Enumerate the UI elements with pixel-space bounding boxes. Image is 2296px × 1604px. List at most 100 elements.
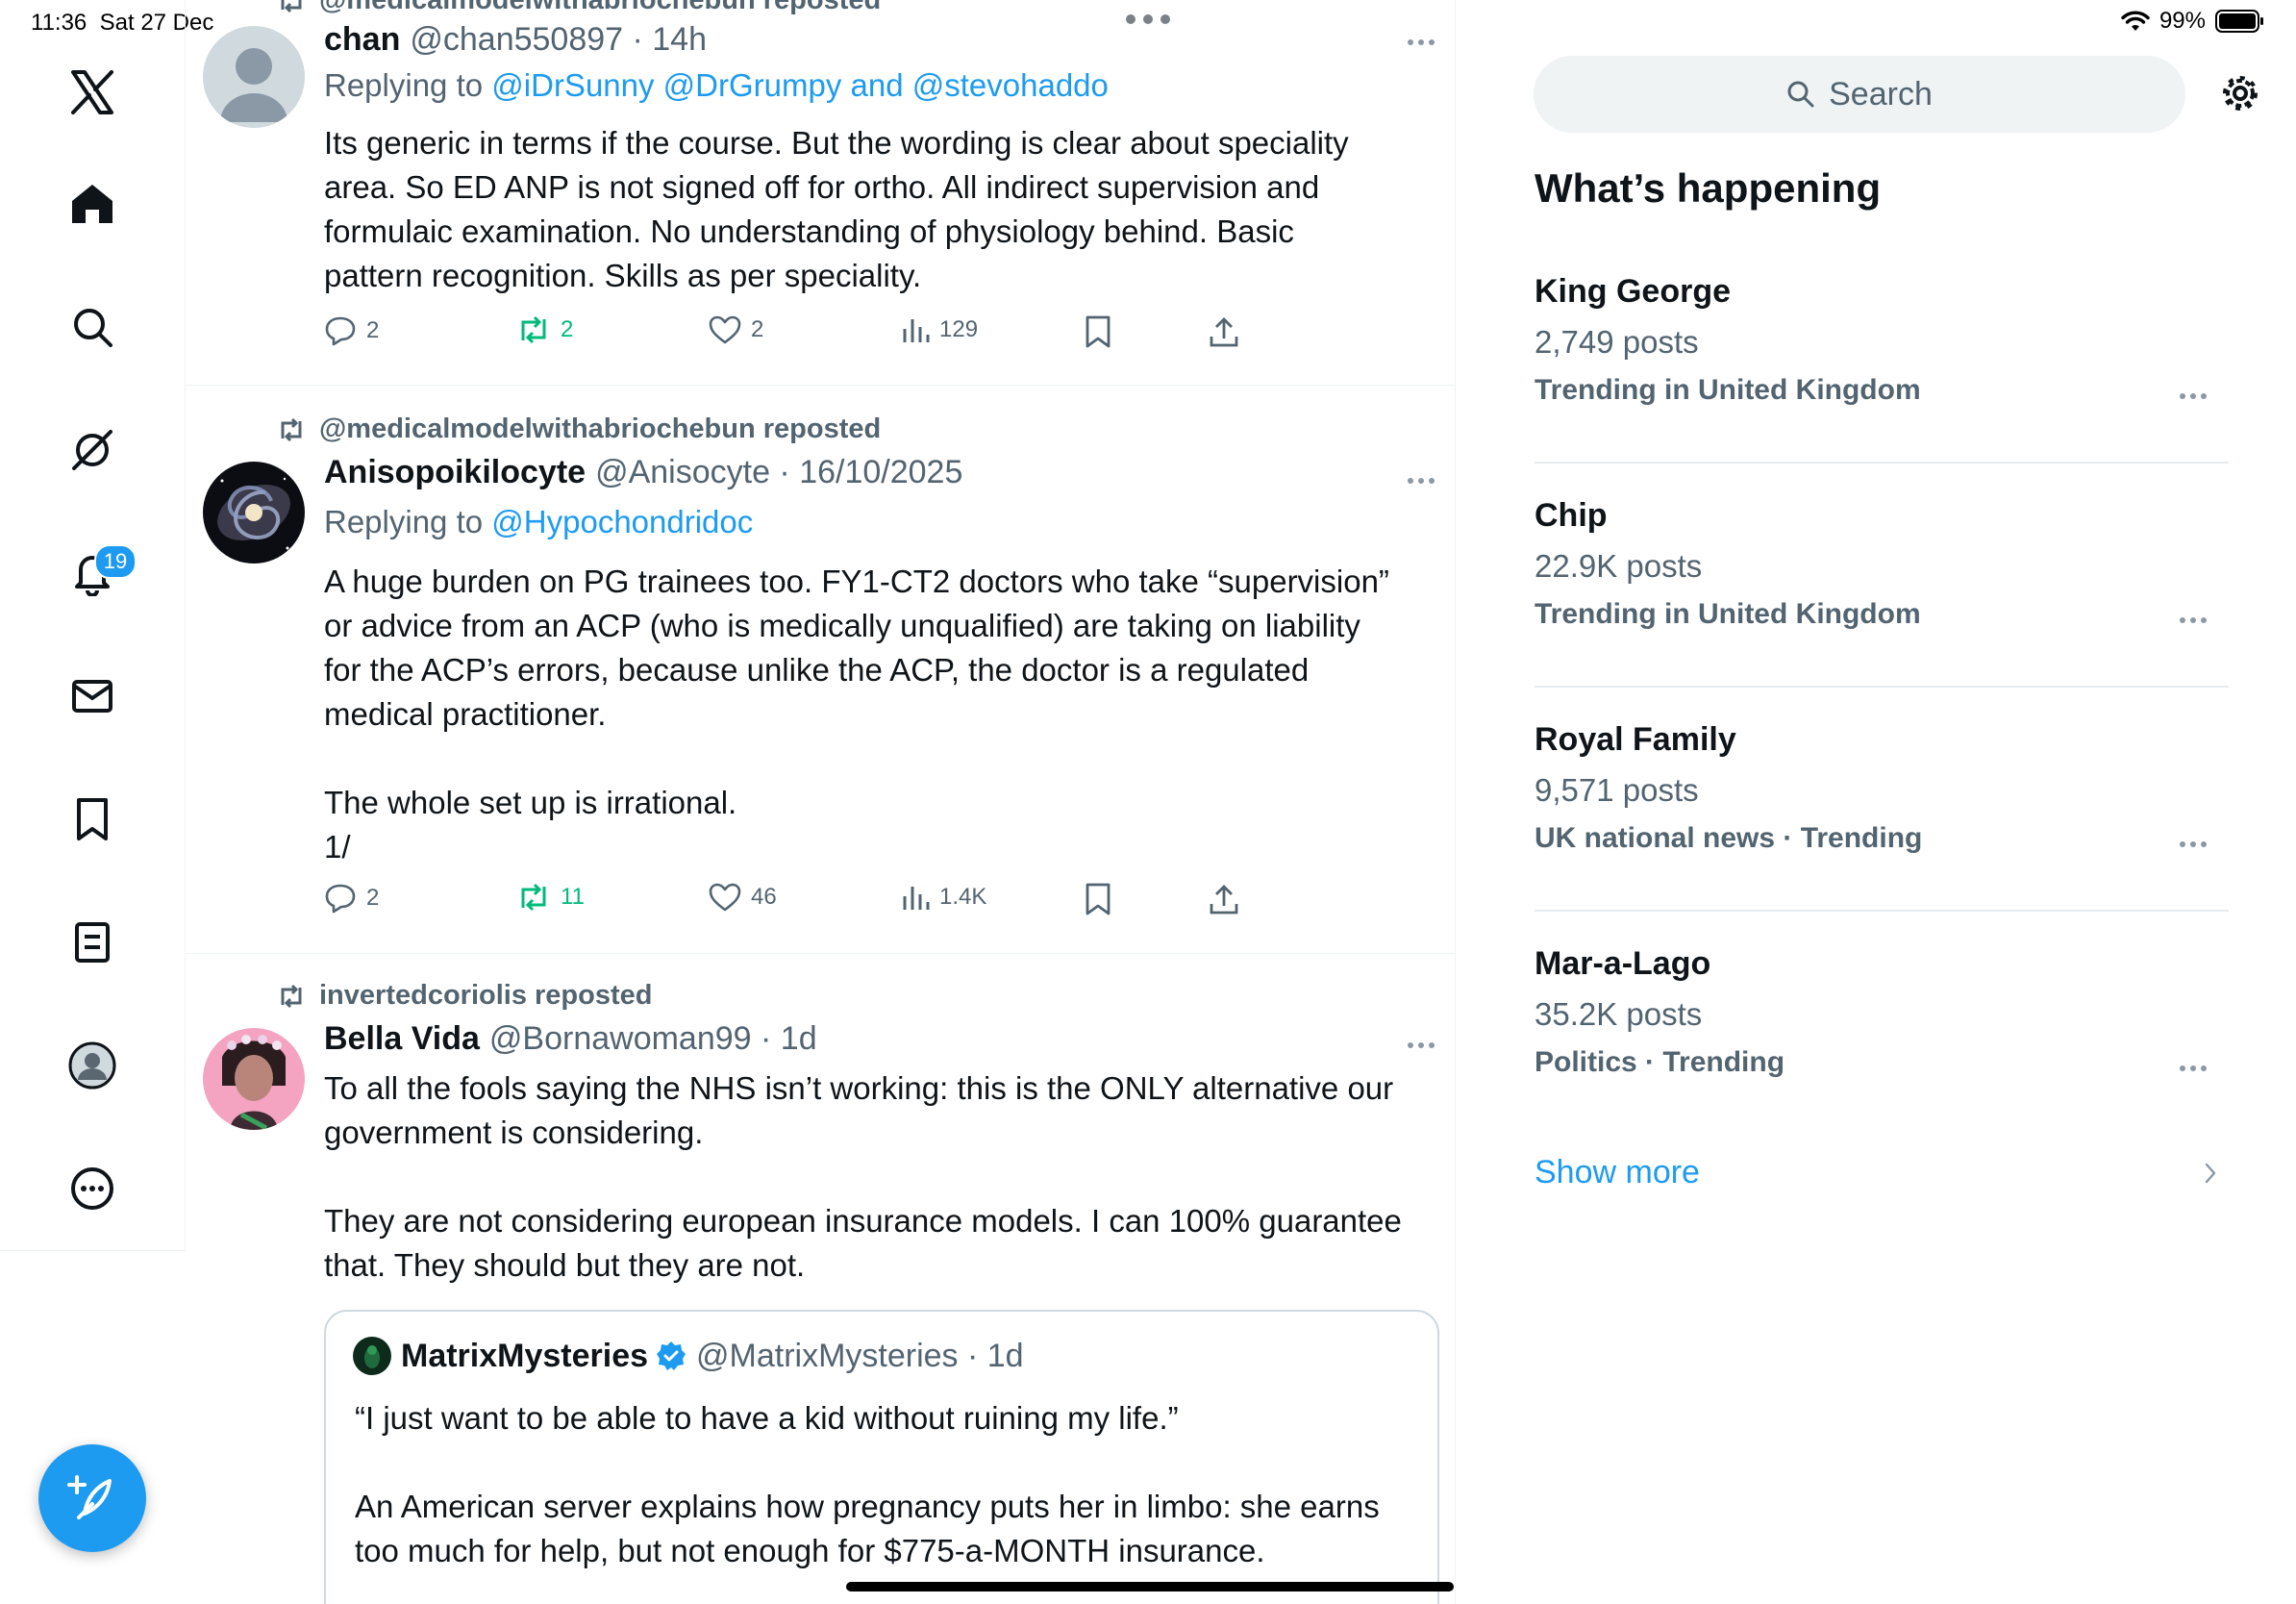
replying-to-link[interactable]: @iDrSunny @DrGrumpy and @stevohaddo bbox=[491, 67, 1109, 103]
reply-icon bbox=[325, 884, 356, 914]
trend-title: Chip bbox=[1535, 497, 1608, 534]
chevron-right-icon[interactable] bbox=[2204, 1162, 2217, 1185]
status-indicators: 99% bbox=[2121, 8, 2265, 35]
repost-context: @medicalmodelwithabriochebun reposted bbox=[277, 0, 881, 16]
share-button[interactable] bbox=[1209, 883, 1239, 915]
battery-icon bbox=[2215, 10, 2265, 33]
battery-percent: 99% bbox=[2159, 8, 2206, 34]
divider bbox=[1535, 910, 2229, 912]
tweet[interactable]: @medicalmodelwithabriochebun reposted An… bbox=[186, 385, 1455, 954]
more-options-icon[interactable] bbox=[63, 1160, 121, 1217]
quoted-author-handle[interactable]: @MatrixMysteries · 1d bbox=[696, 1338, 1024, 1375]
notifications-badge: 19 bbox=[94, 544, 137, 579]
author-name[interactable]: Anisopoikilocyte bbox=[324, 454, 586, 491]
like-button[interactable]: 46 bbox=[709, 883, 777, 912]
default-avatar-icon bbox=[203, 26, 305, 128]
replying-to-link[interactable]: @Hypochondridoc bbox=[491, 504, 753, 539]
trend-count: 22.9K posts bbox=[1535, 548, 1703, 584]
quoted-tweet-text: “I just want to be able to have a kid wi… bbox=[355, 1400, 1380, 1568]
compose-post-button[interactable] bbox=[38, 1444, 146, 1552]
trend-title: King George bbox=[1535, 273, 1732, 310]
views-button[interactable]: 129 bbox=[901, 315, 978, 344]
trend-context: Politics · Trending bbox=[1535, 1046, 1785, 1078]
more-icon[interactable] bbox=[1407, 38, 1435, 46]
whats-happening-title: What’s happening bbox=[1535, 165, 1882, 211]
repost-button[interactable]: 2 bbox=[516, 315, 573, 344]
avatar[interactable] bbox=[203, 462, 305, 564]
divider bbox=[1535, 686, 2229, 688]
share-button[interactable] bbox=[1209, 315, 1239, 348]
profile-avatar-icon[interactable] bbox=[63, 1037, 121, 1094]
tweet-actions: 2 2 2 129 bbox=[324, 315, 1285, 354]
trend-context: Trending in United Kingdom bbox=[1535, 598, 1921, 630]
search-input[interactable]: Search bbox=[1534, 56, 2185, 133]
quoted-tweet[interactable]: MatrixMysteries @MatrixMysteries · 1d “I… bbox=[324, 1310, 1439, 1604]
x-logo-icon[interactable] bbox=[63, 63, 121, 121]
trend-count: 2,749 posts bbox=[1535, 324, 1699, 360]
tweet-text: A huge burden on PG trainees too. FY1-CT… bbox=[324, 564, 1389, 865]
tweet-header: Anisopoikilocyte @Anisocyte · 16/10/2025 bbox=[324, 454, 962, 491]
trend-item[interactable]: King George 2,749 posts Trending in Unit… bbox=[1535, 273, 2227, 407]
share-icon bbox=[1210, 885, 1238, 915]
repost-context: invertedcoriolis reposted bbox=[277, 980, 653, 1012]
author-name[interactable]: chan bbox=[324, 21, 400, 59]
home-icon[interactable] bbox=[63, 175, 121, 233]
views-button[interactable]: 1.4K bbox=[901, 883, 986, 912]
more-icon[interactable] bbox=[2179, 1065, 2208, 1072]
tweet-text: Its generic in terms if the course. But … bbox=[324, 125, 1349, 293]
trend-item[interactable]: Mar-a-Lago 35.2K posts Politics · Trendi… bbox=[1535, 945, 2227, 1079]
repost-icon bbox=[281, 0, 302, 13]
trend-title: Mar-a-Lago bbox=[1535, 945, 1711, 982]
reply-button[interactable]: 2 bbox=[324, 315, 379, 346]
messages-icon[interactable] bbox=[63, 667, 121, 725]
author-handle[interactable]: @Anisocyte · 16/10/2025 bbox=[595, 454, 962, 491]
bookmarks-icon[interactable] bbox=[63, 790, 121, 848]
trend-context: UK national news · Trending bbox=[1535, 822, 1923, 854]
views-chart-icon bbox=[903, 319, 930, 342]
bookmark-icon bbox=[1086, 883, 1111, 915]
share-icon bbox=[1210, 317, 1238, 347]
divider bbox=[1535, 462, 2229, 464]
reply-button[interactable]: 2 bbox=[324, 883, 379, 914]
trend-item[interactable]: Chip 22.9K posts Trending in United King… bbox=[1535, 497, 2227, 631]
tweet-header: chan @chan550897 · 14h bbox=[324, 21, 707, 59]
wifi-icon bbox=[2121, 10, 2150, 33]
repost-icon bbox=[281, 417, 302, 441]
tweet[interactable]: @medicalmodelwithabriochebun reposted ch… bbox=[186, 0, 1455, 386]
portrait-avatar-icon bbox=[203, 1028, 305, 1130]
tweet-text: To all the fools saying the NHS isn’t wo… bbox=[324, 1070, 1402, 1283]
quoted-avatar[interactable] bbox=[353, 1337, 391, 1375]
more-icon[interactable] bbox=[2179, 840, 2208, 848]
settings-gear-icon[interactable] bbox=[2219, 72, 2261, 114]
lists-icon[interactable] bbox=[63, 914, 121, 971]
trend-title: Royal Family bbox=[1535, 721, 1736, 758]
reply-icon bbox=[325, 316, 356, 346]
bookmark-button[interactable] bbox=[1084, 883, 1112, 915]
trend-item[interactable]: Royal Family 9,571 posts UK national new… bbox=[1535, 721, 2227, 855]
avatar[interactable] bbox=[203, 1028, 305, 1130]
bookmark-button[interactable] bbox=[1084, 315, 1112, 348]
show-more-link[interactable]: Show more bbox=[1535, 1154, 1700, 1191]
sidebar-nav: 19 bbox=[0, 0, 186, 1251]
search-placeholder: Search bbox=[1829, 75, 1933, 113]
timeline: @medicalmodelwithabriochebun reposted ch… bbox=[186, 0, 1456, 1604]
home-indicator[interactable] bbox=[846, 1582, 1454, 1591]
quoted-author-name[interactable]: MatrixMysteries bbox=[401, 1338, 648, 1375]
grok-icon[interactable] bbox=[63, 421, 121, 479]
quoted-tweet-header: MatrixMysteries @MatrixMysteries · 1d bbox=[353, 1337, 1024, 1375]
repost-button[interactable]: 11 bbox=[516, 883, 585, 912]
author-handle[interactable]: @Bornawoman99 · 1d bbox=[489, 1020, 817, 1058]
more-icon[interactable] bbox=[1407, 477, 1435, 485]
feather-plus-icon bbox=[67, 1475, 112, 1519]
repost-icon bbox=[521, 883, 546, 912]
author-handle[interactable]: @chan550897 · 14h bbox=[410, 21, 707, 59]
avatar[interactable] bbox=[203, 26, 305, 128]
like-button[interactable]: 2 bbox=[709, 315, 763, 344]
author-name[interactable]: Bella Vida bbox=[324, 1020, 480, 1058]
more-icon[interactable] bbox=[2179, 392, 2208, 400]
more-icon[interactable] bbox=[2179, 616, 2208, 624]
more-icon[interactable] bbox=[1407, 1041, 1435, 1049]
explore-search-icon[interactable] bbox=[63, 298, 121, 356]
search-icon bbox=[1787, 81, 1814, 108]
repost-icon bbox=[521, 315, 546, 344]
